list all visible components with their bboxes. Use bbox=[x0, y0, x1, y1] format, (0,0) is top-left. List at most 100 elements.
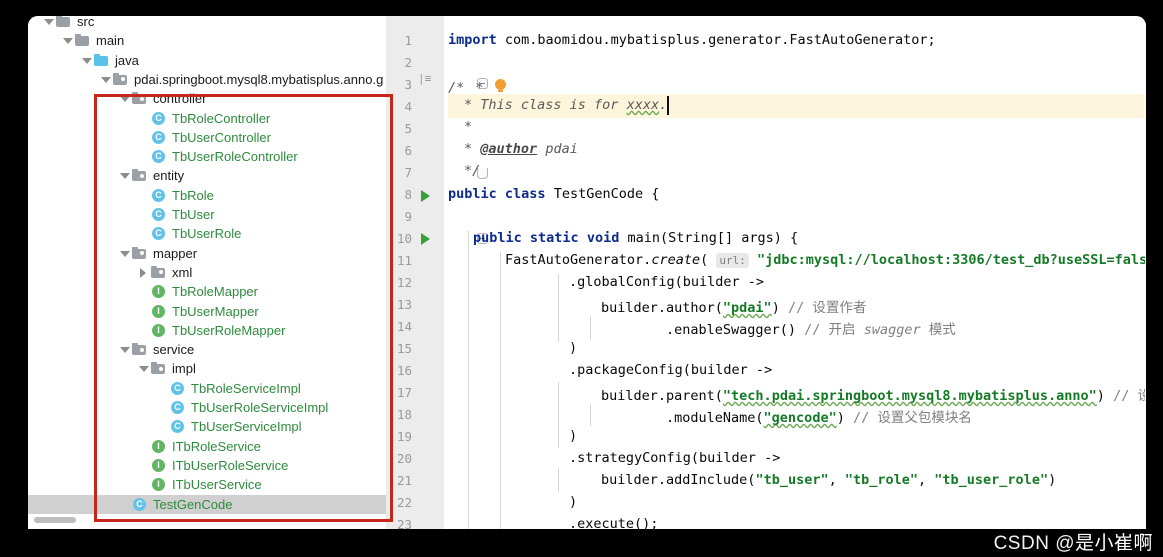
class-icon bbox=[150, 188, 167, 203]
tree-item-label: controller bbox=[153, 91, 207, 107]
line-number: 19 bbox=[396, 429, 412, 444]
line-number: 6 bbox=[404, 143, 412, 158]
tree-item-tbrole[interactable]: TbRole bbox=[28, 186, 386, 205]
tree-item-tbuser[interactable]: TbUser bbox=[28, 205, 386, 224]
token-class-name: TestGenCode { bbox=[545, 186, 660, 202]
tree-item-tbrolemapper[interactable]: TbRoleMapper bbox=[28, 282, 386, 301]
tree-item-label: TbUserRoleServiceImpl bbox=[191, 400, 329, 415]
tree-item-java[interactable]: java bbox=[28, 51, 386, 70]
tree-item-itbuserservice[interactable]: ITbUserService bbox=[28, 475, 386, 494]
tree-item-controller[interactable]: controller bbox=[28, 89, 386, 108]
tree-item-tbuserserviceimpl[interactable]: TbUserServiceImpl bbox=[28, 417, 386, 436]
interface-icon bbox=[150, 284, 167, 299]
tree-item-itbroleservice[interactable]: ITbRoleService bbox=[28, 437, 386, 456]
class-icon bbox=[150, 226, 167, 241]
token-builder-parent: builder.parent( bbox=[601, 388, 723, 404]
tree-item-tbusermapper[interactable]: TbUserMapper bbox=[28, 302, 386, 321]
tree-item-xml[interactable]: xml bbox=[28, 263, 386, 282]
token-author-tag: @author bbox=[480, 141, 538, 157]
run-class-gutter-icon[interactable] bbox=[421, 190, 430, 202]
token-author-close: ) bbox=[771, 300, 780, 316]
tree-item-tbusercontroller[interactable]: TbUserController bbox=[28, 128, 386, 147]
token-gencode-string: "gencode" bbox=[763, 410, 837, 426]
token-author-string: "pdai" bbox=[722, 300, 772, 316]
folder-package-icon bbox=[131, 246, 148, 261]
folder-plain-icon bbox=[74, 33, 91, 48]
tree-item-pdai-springboot-mysql8-mybatisplus-anno-g[interactable]: pdai.springboot.mysql8.mybatisplus.anno.… bbox=[28, 70, 386, 89]
chevron-down-icon[interactable] bbox=[118, 343, 131, 356]
line-number: 18 bbox=[396, 407, 412, 422]
comment-set-parent: // 设置父 bbox=[1113, 388, 1146, 404]
chevron-down-icon[interactable] bbox=[137, 362, 150, 375]
line-number: 9 bbox=[404, 209, 412, 224]
tree-item-mapper[interactable]: mapper bbox=[28, 244, 386, 263]
chevron-down-icon[interactable] bbox=[42, 16, 55, 28]
token-global-config: .globalConfig(builder -> bbox=[569, 274, 765, 290]
indent-guide bbox=[468, 231, 469, 529]
tree-item-itbuserroleservice[interactable]: ITbUserRoleService bbox=[28, 456, 386, 475]
tree-item-label: TbRole bbox=[172, 187, 214, 203]
tree-item-label: entity bbox=[153, 168, 185, 184]
chevron-down-icon[interactable] bbox=[99, 73, 112, 86]
code-line-23: .execute(); bbox=[569, 516, 658, 529]
run-method-gutter-icon[interactable] bbox=[421, 233, 430, 245]
tree-item-src[interactable]: src bbox=[28, 16, 386, 31]
annotation-gutter-icon[interactable]: |≡ bbox=[418, 72, 431, 85]
token-add-include-close: ) bbox=[1048, 472, 1057, 488]
chevron-down-icon[interactable] bbox=[118, 169, 131, 182]
tree-item-entity[interactable]: entity bbox=[28, 166, 386, 185]
token-fastautogenerator: FastAutoGenerator. bbox=[505, 252, 652, 268]
code-line-20: .strategyConfig(builder -> bbox=[569, 450, 780, 466]
token-doc-text: * This class is for bbox=[464, 97, 627, 113]
chevron-down-icon[interactable] bbox=[61, 34, 74, 47]
tree-item-label: service bbox=[153, 342, 195, 358]
code-line-12: .globalConfig(builder -> bbox=[569, 274, 764, 290]
chevron-down-icon[interactable] bbox=[118, 92, 131, 105]
text-caret bbox=[667, 96, 669, 115]
tree-item-tbuserrole[interactable]: TbUserRole bbox=[28, 224, 386, 243]
token-static: static bbox=[529, 230, 579, 246]
line-number: 12 bbox=[396, 275, 412, 290]
token-module-close: ) bbox=[836, 410, 845, 426]
code-line-14: .enableSwagger() // 开启 swagger 模式 bbox=[666, 318, 956, 338]
token-tb-user-role-string: "tb_user_role" bbox=[934, 472, 1049, 488]
tree-item-tbrolecontroller[interactable]: TbRoleController bbox=[28, 109, 386, 128]
code-editor[interactable]: 123456789101112131415161718192021222324 … bbox=[386, 16, 1146, 529]
token-author-value: pdai bbox=[537, 141, 578, 157]
chevron-down-icon[interactable] bbox=[118, 247, 131, 260]
project-tool-window[interactable]: src main java pdai.springboot.mysql8.mybati… bbox=[28, 16, 386, 529]
tree-item-tbuserrolecontroller[interactable]: TbUserRoleController bbox=[28, 147, 386, 166]
token-main-signature: main(String[] args) { bbox=[619, 230, 799, 246]
chevron-right-icon[interactable] bbox=[137, 266, 150, 279]
indent-guide bbox=[500, 252, 501, 529]
tree-item-tbuserrolemapper[interactable]: TbUserRoleMapper bbox=[28, 321, 386, 340]
tree-item-tbroleserviceimpl[interactable]: TbRoleServiceImpl bbox=[28, 379, 386, 398]
sidebar-horizontal-scrollbar[interactable] bbox=[34, 517, 76, 523]
class-icon bbox=[131, 497, 148, 512]
tree-item-service[interactable]: service bbox=[28, 340, 386, 359]
folder-package-icon bbox=[112, 72, 129, 87]
tree-item-tbuserroleserviceimpl[interactable]: TbUserRoleServiceImpl bbox=[28, 398, 386, 417]
folder-package-icon bbox=[150, 361, 167, 376]
token-strategy-config: .strategyConfig(builder -> bbox=[569, 450, 781, 466]
intention-bulb-icon[interactable] bbox=[495, 79, 506, 92]
interface-icon bbox=[150, 439, 167, 454]
tree-item-label: ITbUserRoleService bbox=[172, 457, 289, 473]
class-icon bbox=[150, 130, 167, 145]
token-doc-open: /* bbox=[448, 80, 465, 96]
line-number: 10 bbox=[396, 231, 412, 246]
tree-item-testgencode[interactable]: TestGenCode bbox=[28, 494, 386, 514]
tree-item-label: TbUserRoleController bbox=[172, 149, 298, 165]
tree-item-impl[interactable]: impl bbox=[28, 359, 386, 378]
line-number: 13 bbox=[396, 297, 412, 312]
comment-set-author: // 设置作者 bbox=[779, 300, 867, 316]
code-line-10: public static void main(String[] args) { bbox=[473, 230, 798, 246]
tree-item-main[interactable]: main bbox=[28, 31, 386, 50]
tree-item-label: TbUserRoleMapper bbox=[172, 322, 286, 338]
chevron-down-icon[interactable] bbox=[80, 54, 93, 67]
